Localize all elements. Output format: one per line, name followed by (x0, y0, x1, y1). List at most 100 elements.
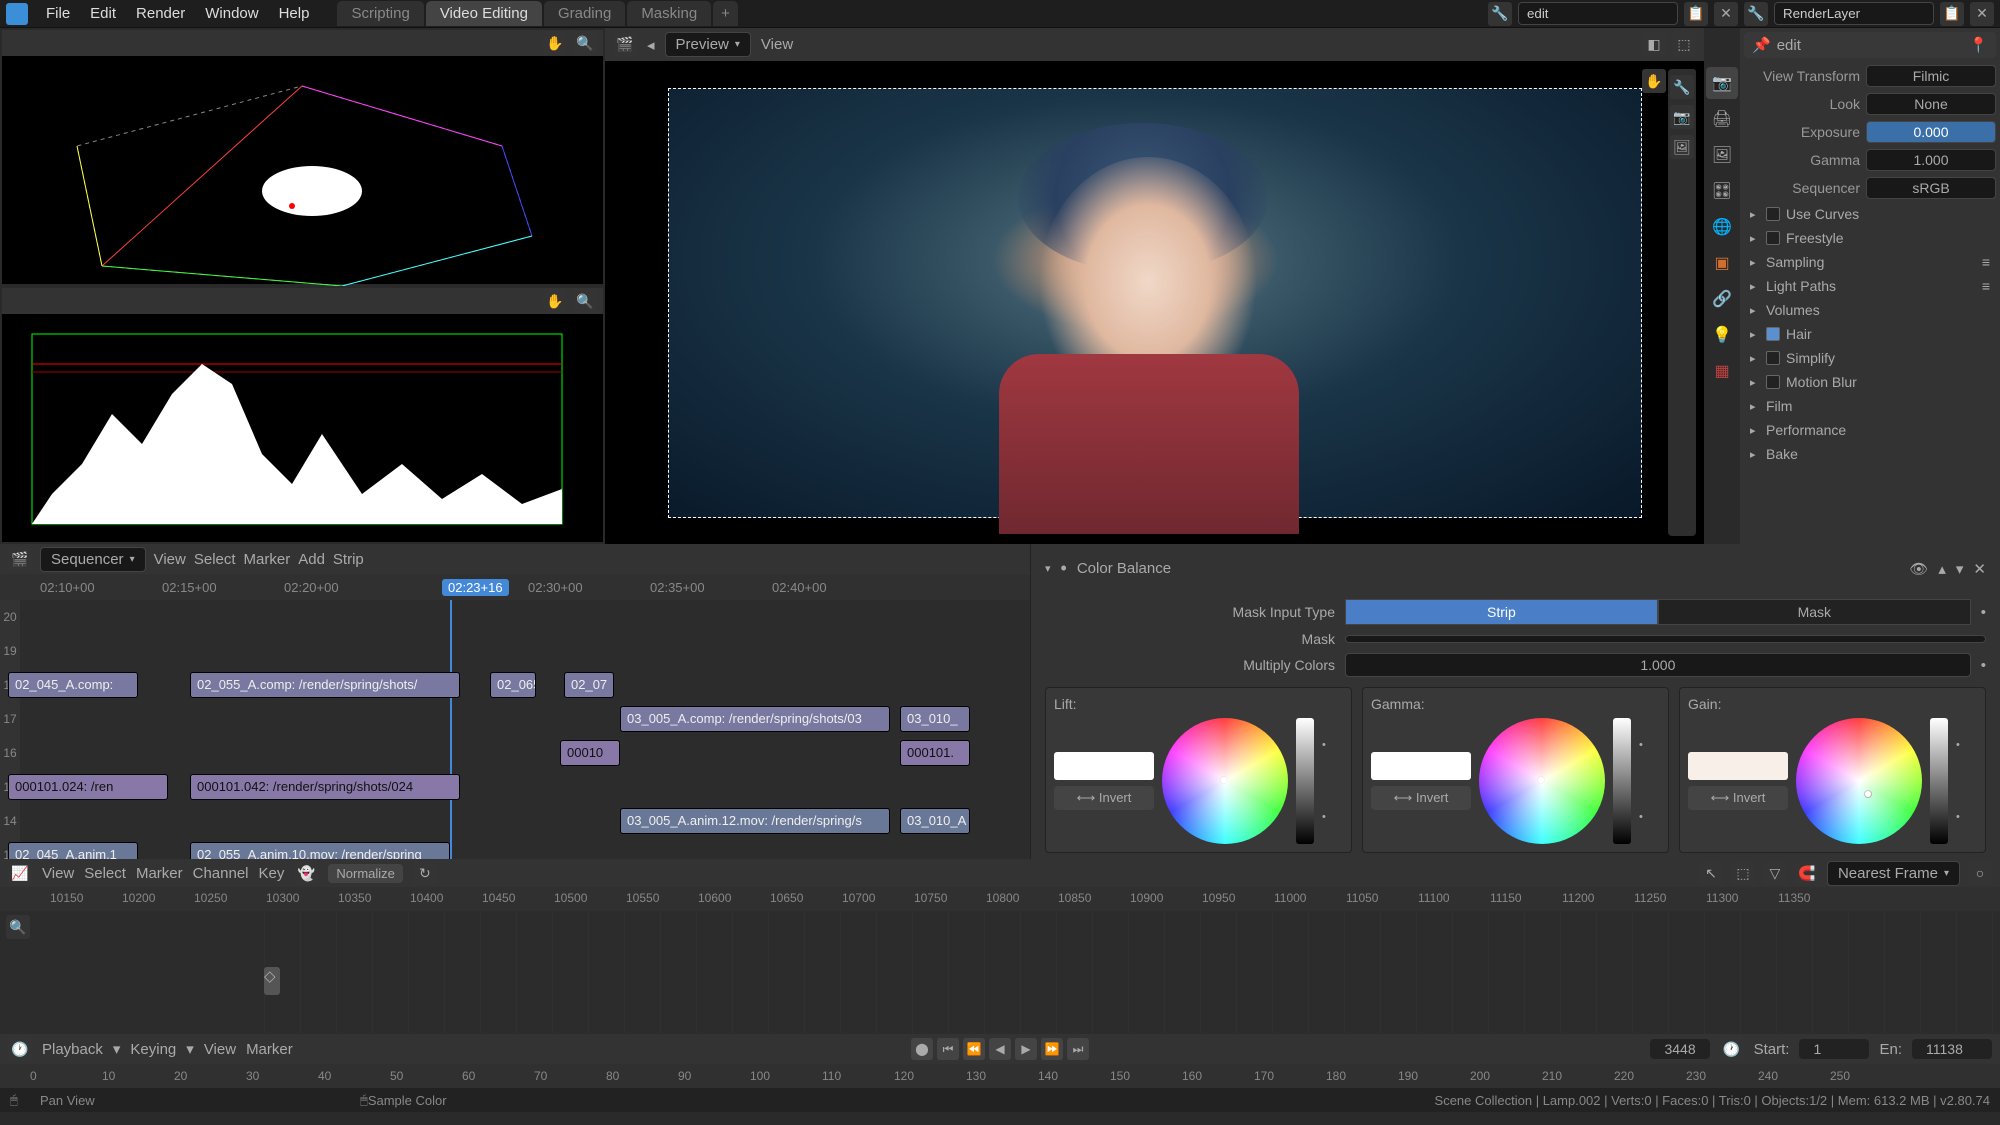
normalize-button[interactable]: Normalize (328, 864, 403, 883)
scene-new-icon[interactable]: 📋 (1684, 2, 1708, 26)
preview-view-menu[interactable]: View (761, 36, 793, 53)
props-section[interactable]: Performance (1744, 418, 1996, 442)
sequencer-strip[interactable]: 000101.024: /ren (8, 774, 168, 800)
ds-menu-view[interactable]: View (42, 865, 74, 882)
viewlayer-tab-icon[interactable]: 🖼 (1706, 139, 1738, 171)
props-section[interactable]: Sampling≡ (1744, 250, 1996, 274)
layer-delete-icon[interactable]: ✕ (1970, 2, 1994, 26)
app-logo-icon[interactable] (6, 3, 28, 25)
tab-video-editing[interactable]: Video Editing (426, 1, 542, 26)
ds-menu-key[interactable]: Key (259, 865, 285, 882)
checkbox[interactable] (1766, 351, 1780, 365)
exposure-input[interactable]: 0.000 (1866, 121, 1996, 143)
tab-scripting[interactable]: Scripting (337, 1, 423, 26)
gamma-input[interactable]: 1.000 (1866, 149, 1996, 171)
layer-browse-icon[interactable]: 🔧 (1744, 2, 1768, 26)
props-section[interactable]: Motion Blur (1744, 370, 1996, 394)
menu-edit[interactable]: Edit (82, 1, 124, 26)
render-tab-icon[interactable]: 📷 (1706, 67, 1738, 99)
seq-time-ruler[interactable]: 02:10+00 02:15+00 02:20+00 02:30+00 02:3… (0, 574, 1030, 600)
color-wheel[interactable] (1796, 718, 1922, 844)
props-section[interactable]: Hair (1744, 322, 1996, 346)
editor-type-icon[interactable]: 🎬 (8, 547, 32, 571)
keyframe-icon[interactable]: • (1956, 811, 1960, 823)
editor-type-icon[interactable]: 📈 (8, 861, 32, 885)
search-icon[interactable]: 🔍 (6, 915, 30, 939)
invert-button[interactable]: ⟷ Invert (1688, 786, 1788, 810)
metadata-icon[interactable]: 🖼 (1670, 135, 1694, 159)
prop-edit-icon[interactable]: ○ (1968, 861, 1992, 885)
scene-tab-icon[interactable]: 🎛 (1706, 175, 1738, 207)
jump-start-icon[interactable]: ⏮ (937, 1038, 959, 1060)
tab-masking[interactable]: Masking (627, 1, 711, 26)
tab-grading[interactable]: Grading (544, 1, 625, 26)
prev-key-icon[interactable]: ⏪ (963, 1038, 985, 1060)
view-transform-dropdown[interactable]: Filmic (1866, 65, 1996, 87)
data-tab-icon[interactable]: 💡 (1706, 319, 1738, 351)
pb-view[interactable]: View (204, 1041, 236, 1058)
pb-marker[interactable]: Marker (246, 1041, 293, 1058)
jump-end-icon[interactable]: ⏭ (1067, 1038, 1089, 1060)
selection-icon[interactable]: ⬚ (1731, 861, 1755, 885)
seq-menu-select[interactable]: Select (194, 551, 236, 568)
filter-icon[interactable]: ▽ (1763, 861, 1787, 885)
sequencer-strip[interactable]: 02_07 (564, 672, 614, 698)
playhead-timecode[interactable]: 02:23+16 (442, 579, 509, 596)
props-section[interactable]: Use Curves (1744, 202, 1996, 226)
value-slider[interactable] (1613, 718, 1631, 844)
menu-render[interactable]: Render (128, 1, 193, 26)
pan-icon[interactable]: ✋ (543, 289, 567, 313)
pb-menu[interactable]: Playback (42, 1041, 103, 1058)
pin-icon[interactable]: 📌 (1752, 36, 1771, 54)
render-layer-input[interactable] (1774, 2, 1934, 25)
move-down-icon[interactable]: ▾ (1956, 560, 1964, 578)
close-icon[interactable]: ✕ (1973, 560, 1986, 578)
sequencer-strip[interactable]: 03_005_A.anim.12.mov: /render/spring/s (620, 808, 890, 834)
timeline-ruler[interactable]: 0102030405060708090100110120130140150160… (0, 1064, 2000, 1088)
keyframe-icon[interactable]: • (1981, 604, 1986, 621)
overlays-icon[interactable]: ⬚ (1672, 33, 1696, 57)
sequencer-strip[interactable]: 000101. (900, 740, 970, 766)
add-workspace-button[interactable]: + (713, 1, 738, 26)
sequencer-strip[interactable]: 00010 (560, 740, 620, 766)
channel-row[interactable]: ◇ (264, 967, 280, 995)
pan-icon[interactable]: ✋ (543, 31, 567, 55)
look-dropdown[interactable]: None (1866, 93, 1996, 115)
pin-toggle-icon[interactable]: 📍 (1969, 36, 1988, 54)
mask-input[interactable] (1345, 635, 1986, 643)
tool-icon[interactable]: 🔧 (1670, 75, 1694, 99)
sequencer-cs-dropdown[interactable]: sRGB (1866, 177, 1996, 199)
sequencer-strip[interactable]: 02_045_A.anim.1 (8, 842, 138, 859)
color-swatch[interactable] (1054, 752, 1154, 780)
current-frame[interactable]: 3448 (1650, 1039, 1709, 1059)
menu-help[interactable]: Help (271, 1, 318, 26)
pan-icon[interactable]: ✋ (1642, 69, 1666, 93)
refresh-icon[interactable]: ↻ (413, 861, 437, 885)
preset-menu-icon[interactable]: ≡ (1982, 254, 1990, 270)
preview-mode-dropdown[interactable]: Preview (665, 32, 751, 57)
mask-type-strip[interactable]: Strip (1345, 599, 1658, 625)
move-up-icon[interactable]: ▴ (1938, 560, 1946, 578)
keyframe-icon[interactable]: • (1956, 739, 1960, 751)
snap-mode-dropdown[interactable]: Nearest Frame (1827, 861, 1960, 886)
snap-icon[interactable]: 🧲 (1795, 861, 1819, 885)
next-key-icon[interactable]: ⏩ (1041, 1038, 1063, 1060)
seq-menu-strip[interactable]: Strip (333, 551, 364, 568)
layer-new-icon[interactable]: 📋 (1940, 2, 1964, 26)
props-section[interactable]: Volumes (1744, 298, 1996, 322)
color-wheel[interactable] (1479, 718, 1605, 844)
scene-name-input[interactable] (1518, 2, 1678, 25)
props-section[interactable]: Light Paths≡ (1744, 274, 1996, 298)
scene-delete-icon[interactable]: ✕ (1714, 2, 1738, 26)
graph-body[interactable]: 🔍 ◇ (0, 911, 2000, 1034)
color-swatch[interactable] (1688, 752, 1788, 780)
object-tab-icon[interactable]: ▣ (1706, 247, 1738, 279)
sequencer-tracks[interactable]: 201918171615141302_045_A.comp:02_055_A.c… (0, 600, 1030, 859)
output-tab-icon[interactable]: 🖨 (1706, 103, 1738, 135)
props-section[interactable]: Film (1744, 394, 1996, 418)
sequencer-strip[interactable]: 000101.042: /render/spring/shots/024 (190, 774, 460, 800)
seq-menu-add[interactable]: Add (298, 551, 325, 568)
seq-menu-marker[interactable]: Marker (244, 551, 291, 568)
mask-type-toggle[interactable]: Strip Mask (1345, 599, 1971, 625)
ghost-icon[interactable]: 👻 (294, 861, 318, 885)
